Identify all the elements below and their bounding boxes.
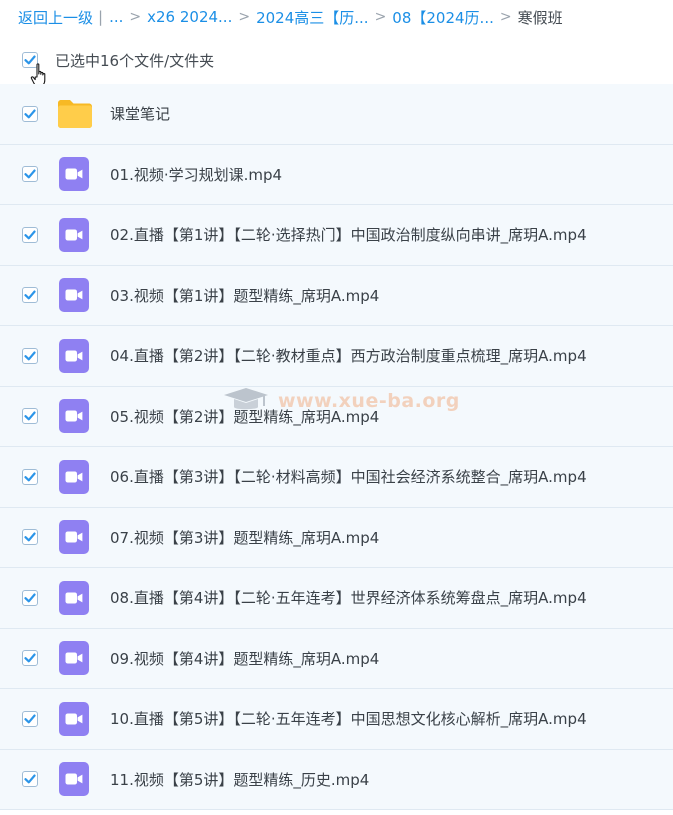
file-name[interactable]: 08.直播【第4讲】【二轮·五年连考】世界经济体系统筹盘点_席玥A.mp4 <box>110 587 587 608</box>
checkmark-icon <box>24 714 36 724</box>
checkmark-icon <box>24 169 36 179</box>
checkmark-icon <box>24 109 36 119</box>
video-camera-glyph <box>65 592 83 604</box>
breadcrumb-chevron-icon: > <box>238 9 251 25</box>
checkmark-icon <box>24 653 36 663</box>
video-camera-glyph <box>65 350 83 362</box>
checkmark-icon <box>24 774 36 784</box>
file-row[interactable]: 06.直播【第3讲】【二轮·材料高频】中国社会经济系统整合_席玥A.mp4 <box>0 447 673 508</box>
row-checkbox[interactable] <box>22 287 38 304</box>
row-checkbox[interactable] <box>22 589 38 606</box>
breadcrumb-divider: | <box>98 8 104 26</box>
checkmark-icon <box>24 55 36 65</box>
checkmark-icon <box>24 472 36 482</box>
folder-row[interactable]: 课堂笔记 <box>0 84 673 145</box>
file-row[interactable]: 03.视频【第1讲】题型精练_席玥A.mp4 <box>0 265 673 326</box>
row-checkbox[interactable] <box>22 529 38 546</box>
video-file-icon <box>59 217 89 252</box>
folder-glyph <box>58 99 92 128</box>
selection-summary: 已选中16个文件/文件夹 <box>55 51 215 70</box>
breadcrumb-back-link[interactable]: 返回上一级 <box>18 7 93 28</box>
breadcrumb-chevron-icon: > <box>499 9 512 25</box>
breadcrumb-item-3[interactable]: 08【2024历... <box>392 7 494 28</box>
file-name[interactable]: 04.直播【第2讲】【二轮·教材重点】西方政治制度重点梳理_席玥A.mp4 <box>110 345 587 366</box>
file-name[interactable]: 01.视频·学习规划课.mp4 <box>110 164 282 185</box>
video-camera-glyph <box>65 289 83 301</box>
folder-icon <box>57 99 93 129</box>
file-name[interactable]: 10.直播【第5讲】【二轮·五年连考】中国思想文化核心解析_席玥A.mp4 <box>110 708 587 729</box>
file-name[interactable]: 02.直播【第1讲】【二轮·选择热门】中国政治制度纵向串讲_席玥A.mp4 <box>110 224 587 245</box>
video-camera-glyph <box>65 168 83 180</box>
video-camera-glyph <box>65 773 83 785</box>
row-checkbox[interactable] <box>22 226 38 243</box>
row-checkbox[interactable] <box>22 650 38 667</box>
file-row[interactable]: 09.视频【第4讲】题型精练_席玥A.mp4 <box>0 628 673 689</box>
file-name[interactable]: 课堂笔记 <box>110 103 170 124</box>
file-row[interactable]: 10.直播【第5讲】【二轮·五年连考】中国思想文化核心解析_席玥A.mp4 <box>0 689 673 750</box>
row-checkbox[interactable] <box>22 105 38 122</box>
breadcrumb: 返回上一级 | ... > x26 2024... > 2024高三【历... … <box>0 0 673 34</box>
selection-bar: 已选中16个文件/文件夹 <box>0 40 673 80</box>
checkmark-icon <box>24 593 36 603</box>
video-file-icon <box>59 338 89 373</box>
row-checkbox[interactable] <box>22 166 38 183</box>
file-row[interactable]: 08.直播【第4讲】【二轮·五年连考】世界经济体系统筹盘点_席玥A.mp4 <box>0 568 673 629</box>
video-file-icon <box>59 701 89 736</box>
row-checkbox[interactable] <box>22 408 38 425</box>
video-file-icon <box>59 762 89 797</box>
file-name[interactable]: 09.视频【第4讲】题型精练_席玥A.mp4 <box>110 648 379 669</box>
video-file-icon <box>59 157 89 192</box>
file-name[interactable]: 11.视频【第5讲】题型精练_历史.mp4 <box>110 769 369 790</box>
file-row[interactable]: 11.视频【第5讲】题型精练_历史.mp4 <box>0 749 673 810</box>
video-camera-glyph <box>65 713 83 725</box>
file-row[interactable]: 05.视频【第2讲】题型精练_席玥A.mp4 <box>0 386 673 447</box>
file-list: 课堂笔记 01.视频·学习规划课.mp4 02.直播【第1讲】【二轮·选择热门】中国… <box>0 84 673 810</box>
breadcrumb-chevron-icon: > <box>374 9 387 25</box>
checkmark-icon <box>24 290 36 300</box>
video-file-icon <box>59 641 89 676</box>
video-file-icon <box>59 520 89 555</box>
row-checkbox[interactable] <box>22 771 38 788</box>
checkmark-icon <box>24 532 36 542</box>
file-row[interactable]: 04.直播【第2讲】【二轮·教材重点】西方政治制度重点梳理_席玥A.mp4 <box>0 326 673 387</box>
row-checkbox[interactable] <box>22 710 38 727</box>
breadcrumb-current: 寒假班 <box>517 8 563 27</box>
breadcrumb-ellipsis[interactable]: ... <box>109 8 123 26</box>
row-checkbox[interactable] <box>22 347 38 364</box>
checkmark-icon <box>24 411 36 421</box>
file-name[interactable]: 07.视频【第3讲】题型精练_席玥A.mp4 <box>110 527 379 548</box>
video-camera-glyph <box>65 652 83 664</box>
file-row[interactable]: 07.视频【第3讲】题型精练_席玥A.mp4 <box>0 507 673 568</box>
file-name[interactable]: 03.视频【第1讲】题型精练_席玥A.mp4 <box>110 285 379 306</box>
select-all-checkbox[interactable] <box>22 52 38 68</box>
file-row[interactable]: 02.直播【第1讲】【二轮·选择热门】中国政治制度纵向串讲_席玥A.mp4 <box>0 205 673 266</box>
file-row[interactable]: 01.视频·学习规划课.mp4 <box>0 144 673 205</box>
breadcrumb-item-1[interactable]: x26 2024... <box>147 8 232 26</box>
breadcrumb-item-2[interactable]: 2024高三【历... <box>256 7 368 28</box>
video-file-icon <box>59 459 89 494</box>
video-file-icon <box>59 399 89 434</box>
video-camera-glyph <box>65 229 83 241</box>
video-camera-glyph <box>65 471 83 483</box>
file-name[interactable]: 05.视频【第2讲】题型精练_席玥A.mp4 <box>110 406 379 427</box>
checkmark-icon <box>24 351 36 361</box>
checkmark-icon <box>24 230 36 240</box>
video-camera-glyph <box>65 410 83 422</box>
file-name[interactable]: 06.直播【第3讲】【二轮·材料高频】中国社会经济系统整合_席玥A.mp4 <box>110 466 587 487</box>
row-checkbox[interactable] <box>22 468 38 485</box>
video-camera-glyph <box>65 531 83 543</box>
breadcrumb-chevron-icon: > <box>129 9 142 25</box>
file-browser: 返回上一级 | ... > x26 2024... > 2024高三【历... … <box>0 0 673 815</box>
video-file-icon <box>59 278 89 313</box>
video-file-icon <box>59 580 89 615</box>
